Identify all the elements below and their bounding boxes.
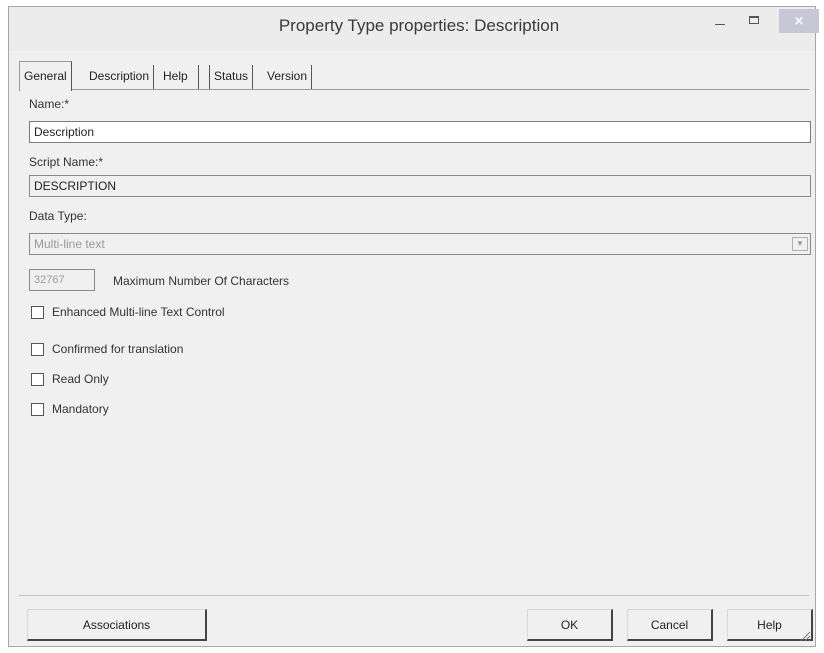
enhanced-multiline-checkbox-row[interactable]: Enhanced Multi-line Text Control <box>31 304 225 320</box>
max-chars-label: Maximum Number Of Characters <box>113 274 290 288</box>
data-type-label: Data Type: <box>29 209 87 223</box>
maximize-button[interactable] <box>741 7 767 33</box>
title-bar[interactable]: Property Type properties: Description × <box>9 7 819 51</box>
tab-version[interactable]: Version <box>263 65 313 89</box>
script-name-label: Script Name:* <box>29 155 104 169</box>
property-dialog: Property Type properties: Description × … <box>8 6 819 647</box>
minimize-button[interactable] <box>707 7 733 33</box>
confirmed-translation-checkbox-row[interactable]: Confirmed for translation <box>31 341 183 357</box>
resize-grip-icon[interactable] <box>799 630 811 642</box>
name-field[interactable]: Description <box>29 121 811 143</box>
window-title: Property Type properties: Description <box>278 16 560 35</box>
minimize-icon <box>715 23 725 25</box>
max-chars-field[interactable]: 32767 <box>29 269 95 291</box>
tab-help[interactable]: Help <box>159 65 199 89</box>
maximize-icon <box>749 16 759 24</box>
mandatory-checkbox-row[interactable]: Mandatory <box>31 401 109 417</box>
read-only-checkbox[interactable] <box>31 372 44 386</box>
confirmed-translation-label: Confirmed for translation <box>52 342 184 356</box>
confirmed-translation-checkbox[interactable] <box>31 342 44 356</box>
data-type-select[interactable]: Multi-line text ▼ <box>29 233 811 255</box>
data-type-value: Multi-line text <box>34 237 105 251</box>
cancel-button[interactable]: Cancel <box>627 609 713 641</box>
read-only-label: Read Only <box>52 372 109 386</box>
ok-button[interactable]: OK <box>527 609 613 641</box>
tab-general[interactable]: General <box>19 61 72 91</box>
enhanced-multiline-label: Enhanced Multi-line Text Control <box>52 305 225 319</box>
chevron-down-icon[interactable]: ▼ <box>792 237 808 251</box>
mandatory-checkbox[interactable] <box>31 402 44 416</box>
button-area-divider <box>19 595 809 596</box>
tab-bar: General Description Help Status Version <box>19 61 809 91</box>
read-only-checkbox-row[interactable]: Read Only <box>31 371 109 387</box>
script-name-field[interactable]: DESCRIPTION <box>29 175 811 197</box>
name-label: Name:* <box>29 97 70 111</box>
close-icon: × <box>793 13 805 29</box>
enhanced-multiline-checkbox[interactable] <box>31 305 44 319</box>
mandatory-label: Mandatory <box>52 402 109 416</box>
close-button[interactable]: × <box>779 9 819 33</box>
tab-description[interactable]: Description <box>85 65 155 89</box>
associations-button[interactable]: Associations <box>27 609 207 641</box>
tab-status[interactable]: Status <box>209 65 254 89</box>
